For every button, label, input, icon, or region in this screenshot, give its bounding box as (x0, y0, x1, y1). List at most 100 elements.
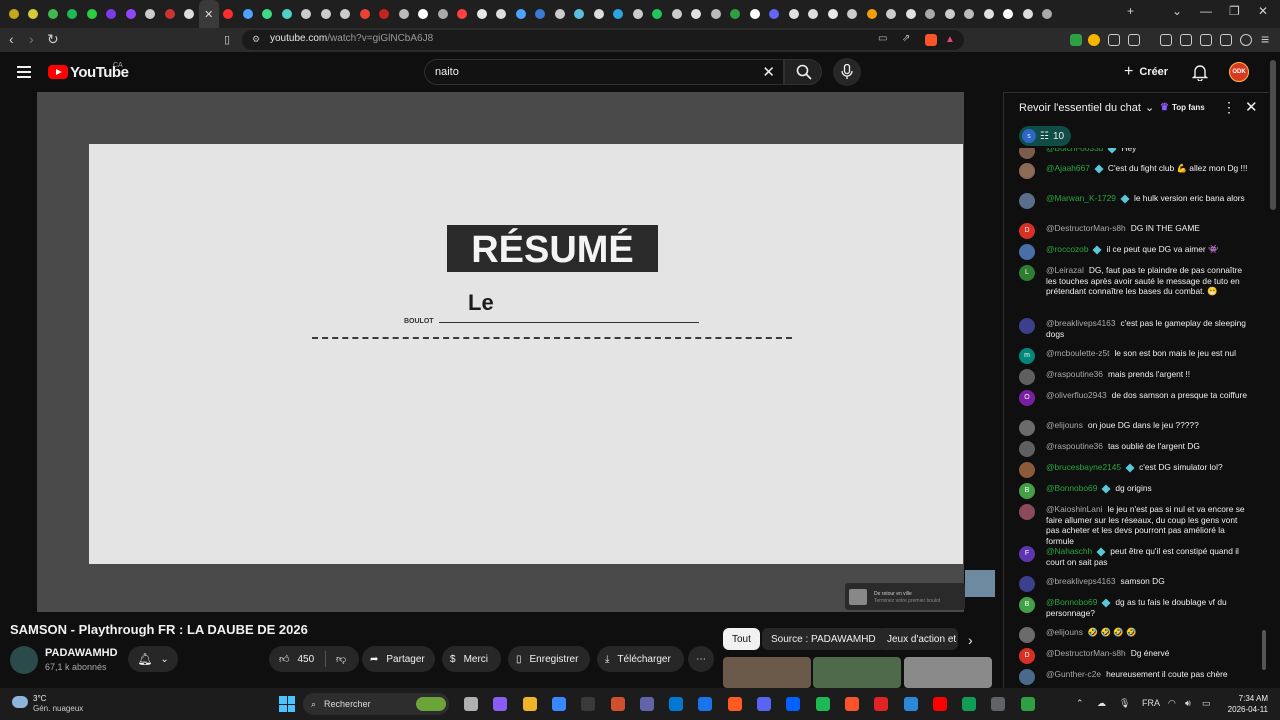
forward-icon[interactable]: › (29, 31, 34, 47)
taskbar-app-icon[interactable] (903, 697, 918, 711)
maximize-icon[interactable]: ❐ (1229, 4, 1240, 18)
microphone-tray-icon[interactable]: 🎙︎ (1119, 698, 1130, 709)
reload-icon[interactable]: ↻ (47, 31, 59, 48)
chip-source[interactable]: Source : PADAWAMHD (762, 628, 885, 650)
browser-tab[interactable] (1038, 0, 1058, 28)
browser-tab[interactable] (63, 0, 83, 28)
voice-search-button[interactable] (833, 58, 861, 86)
subscription-notifications-button[interactable]: 🔔︎ ⌄ (128, 646, 178, 672)
browser-tab[interactable] (219, 0, 239, 28)
brave-rewards-icon[interactable]: ▲ (945, 34, 955, 45)
bookmark-icon[interactable]: ▯ (224, 33, 230, 46)
clear-search-icon[interactable]: ✕ (762, 63, 775, 81)
extension-icon[interactable] (1088, 34, 1100, 46)
extension-icon[interactable] (1070, 34, 1082, 46)
media-icon[interactable] (1160, 34, 1172, 46)
taskbar-search[interactable]: ⌕ Rechercher (303, 693, 449, 715)
browser-tab[interactable] (609, 0, 629, 28)
chip-all[interactable]: Tout (723, 628, 760, 650)
chat-user-avatar[interactable] (1019, 369, 1035, 385)
browser-tab[interactable] (4, 0, 24, 28)
dislike-button[interactable]: 👎︎ (326, 653, 346, 665)
browser-tab[interactable] (687, 0, 707, 28)
browser-tab[interactable] (589, 0, 609, 28)
chat-username[interactable]: @Marwan_K-1729 (1046, 193, 1116, 203)
chat-user-avatar[interactable]: D (1019, 648, 1035, 664)
tray-app-icon[interactable]: ☁ (1097, 698, 1106, 709)
notifications-bell-icon[interactable] (1192, 63, 1208, 81)
download-button[interactable]: ⤓ Télécharger (597, 646, 684, 672)
brave-shields-icon[interactable] (925, 34, 937, 46)
wallet-icon[interactable] (1200, 34, 1212, 46)
browser-tab[interactable] (726, 0, 746, 28)
channel-name[interactable]: PADAWAMHD (45, 647, 118, 659)
browser-tab[interactable] (394, 0, 414, 28)
browser-tab[interactable] (82, 0, 102, 28)
browser-tab[interactable] (706, 0, 726, 28)
search-input[interactable]: naito ✕ (424, 59, 784, 85)
battery-icon[interactable]: ▭ (1202, 698, 1211, 709)
chat-message[interactable]: @breakliveps4163 samson DG (1019, 576, 1249, 592)
browser-tab[interactable] (745, 0, 765, 28)
chat-username[interactable]: @Nahaschh (1046, 546, 1092, 556)
chat-message[interactable]: @KaioshinLani le jeu n'est pas si nul et … (1019, 504, 1249, 546)
chat-message[interactable]: @roccozob il ce peut que DG va aimer 👾 (1019, 244, 1249, 260)
chat-user-avatar[interactable] (1019, 504, 1035, 520)
page-scrollbar[interactable] (1270, 60, 1276, 210)
taskbar-app-icon[interactable] (757, 697, 771, 711)
chip-action-games[interactable]: Jeux d'action et (878, 628, 958, 650)
windows-start-icon[interactable] (279, 696, 295, 712)
browser-tab[interactable] (24, 0, 44, 28)
chat-message[interactable]: @elijouns 🤣 🤣 🤣 🤣 (1019, 627, 1249, 643)
chat-message-list[interactable]: @Bolchi-oo33b Hey @Ajaah667 C'est du fight … (1004, 148, 1262, 689)
weather-condition[interactable]: Gén. nuageux (33, 704, 83, 713)
chat-username[interactable]: @DestructorMan-s8h (1046, 223, 1126, 233)
browser-tab[interactable] (453, 0, 473, 28)
chat-mode-selector[interactable]: Revoir l'essentiel du chat ⌄ (1019, 101, 1154, 115)
chat-message[interactable]: @Ajaah667 C'est du fight club 💪 allez mon… (1019, 163, 1249, 179)
chat-username[interactable]: @DestructorMan-s8h (1046, 648, 1126, 658)
browser-tab[interactable] (121, 0, 141, 28)
minimize-icon[interactable]: — (1200, 4, 1212, 18)
close-chat-icon[interactable]: ✕ (1245, 98, 1258, 116)
chat-message[interactable]: D @DestructorMan-s8h Dg énervé (1019, 648, 1249, 664)
account-avatar[interactable]: ODK (1229, 62, 1249, 82)
tab-close-icon[interactable]: ✕ (204, 8, 213, 21)
browser-tab[interactable] (667, 0, 687, 28)
browser-tab[interactable] (531, 0, 551, 28)
video-player[interactable]: RÉSUMÉ Le BOULOT (37, 92, 964, 612)
ai-icon[interactable] (1220, 34, 1232, 46)
chat-message[interactable]: D @DestructorMan-s8h DG IN THE GAME (1019, 223, 1249, 239)
chat-user-avatar[interactable]: F (1019, 546, 1035, 562)
browser-tab[interactable] (511, 0, 531, 28)
chat-user-avatar[interactable]: B (1019, 483, 1035, 499)
chat-message[interactable]: @Marwan_K-1729 le hulk version eric bana … (1019, 193, 1249, 209)
chat-scroll-thumb[interactable] (1262, 630, 1266, 670)
browser-tab[interactable] (882, 0, 902, 28)
vpn-icon[interactable] (1240, 34, 1252, 46)
window-close-icon[interactable]: ✕ (1258, 4, 1268, 18)
chat-message[interactable]: @brucesbayne2145 c'est DG simulator lol? (1019, 462, 1249, 478)
poll-ticker-badge[interactable]: s ☷ 10 (1019, 126, 1071, 146)
taskbar-app-icon[interactable] (522, 697, 537, 711)
share-page-icon[interactable]: ⇗ (902, 33, 910, 44)
weather-cloud-icon[interactable] (12, 696, 28, 708)
browser-tab[interactable] (901, 0, 921, 28)
browser-tab[interactable] (570, 0, 590, 28)
browser-tab[interactable] (784, 0, 804, 28)
browser-tab[interactable] (375, 0, 395, 28)
browser-tab[interactable] (258, 0, 278, 28)
browser-tab[interactable] (238, 0, 258, 28)
browser-tab[interactable] (102, 0, 122, 28)
related-video-thumbnail[interactable] (813, 657, 901, 688)
chat-username[interactable]: @roccozob (1046, 244, 1088, 254)
chat-message[interactable]: L @Leirazal DG, faut pas te plaindre de pa… (1019, 265, 1249, 297)
browser-tab[interactable] (316, 0, 336, 28)
browser-tab[interactable] (141, 0, 161, 28)
taskbar-app-icon[interactable] (581, 697, 596, 711)
new-tab-button[interactable]: + (1127, 4, 1134, 18)
browser-tab[interactable] (823, 0, 843, 28)
chat-user-avatar[interactable]: m (1019, 348, 1035, 364)
wifi-icon[interactable]: ◠ (1168, 698, 1176, 709)
browser-tab[interactable] (492, 0, 512, 28)
